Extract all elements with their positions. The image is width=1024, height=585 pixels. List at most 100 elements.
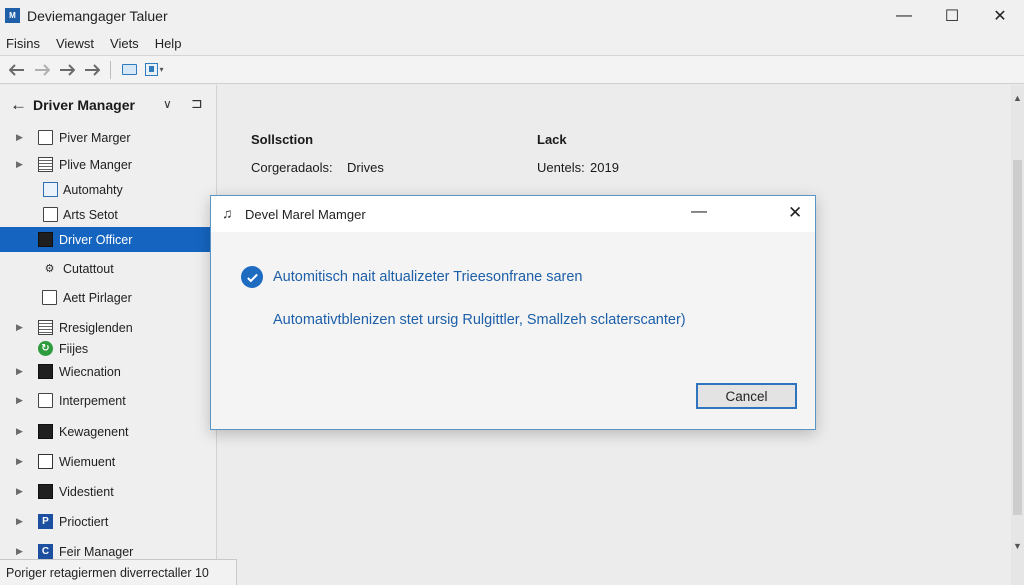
column-heading-lack: Lack — [537, 132, 567, 147]
expand-arrow-icon[interactable]: ▶ — [16, 486, 23, 497]
vertical-scrollbar[interactable]: ▲ ▼ — [1011, 85, 1024, 585]
menu-item-file[interactable]: Fisins — [6, 36, 40, 51]
update-dialog: ♫ Devel Marel Mamger — ✕ Automitisch nai… — [210, 195, 816, 430]
close-button[interactable]: ✕ — [976, 0, 1024, 31]
tree-item-label: Arts Setot — [63, 207, 118, 222]
dialog-minimize-button[interactable]: — — [691, 203, 707, 221]
tree-item-label: Piver Marger — [59, 130, 131, 145]
tree-item-interpement[interactable]: ▶ Interpement — [0, 388, 210, 413]
arrow-right-icon — [59, 63, 75, 76]
tree-item-prioctiert[interactable]: ▶ P Prioctiert — [0, 509, 210, 534]
sidebar-title: Driver Manager — [33, 97, 135, 113]
list-icon — [38, 157, 53, 172]
tree-item-wiemuent[interactable]: ▶ Wiemuent — [0, 449, 210, 474]
window-icon — [43, 182, 58, 197]
menu-item-viets[interactable]: Viets — [110, 36, 139, 51]
document-icon — [38, 130, 53, 145]
chip-icon — [38, 424, 53, 439]
expand-arrow-icon[interactable]: ▶ — [16, 516, 23, 527]
tree-item-label: Kewagenent — [59, 424, 129, 439]
expand-arrow-icon[interactable]: ▶ — [16, 159, 23, 170]
tree-item-label: Feir Manager — [59, 544, 134, 559]
scroll-up-icon[interactable]: ▲ — [1013, 93, 1022, 103]
gear-icon: ⚙ — [44, 263, 55, 275]
menu-item-view[interactable]: Viewst — [56, 36, 94, 51]
expand-arrow-icon[interactable]: ▶ — [16, 456, 23, 467]
tree-item-label: Videstient — [59, 484, 114, 499]
toolbar: ▾ — [0, 56, 1024, 84]
tree-item-label: Interpement — [59, 393, 126, 408]
chevron-down-icon[interactable]: ∨ — [163, 97, 172, 111]
status-text: Poriger retagiermen diverrectaller 10 — [6, 565, 209, 580]
window-controls: — ☐ ✕ — [880, 0, 1024, 31]
list-icon — [38, 320, 53, 335]
tree-item-aett-pirlager[interactable]: Aett Pirlager — [0, 285, 210, 310]
expand-arrow-icon[interactable]: ▶ — [16, 395, 23, 406]
folder-icon — [122, 64, 137, 75]
expand-arrow-icon[interactable]: ▶ — [16, 426, 23, 437]
scroll-down-icon[interactable]: ▼ — [1013, 541, 1022, 551]
tree-item-videstient[interactable]: ▶ Videstient — [0, 479, 210, 504]
dialog-close-button[interactable]: ✕ — [788, 203, 802, 223]
tree-item-plive-manger[interactable]: ▶ Plive Manger — [0, 152, 210, 177]
arrow-right-icon — [34, 63, 50, 76]
up-button[interactable] — [79, 59, 104, 81]
cancel-button[interactable]: Cancel — [696, 383, 797, 409]
back-arrow-icon[interactable]: ← — [10, 95, 27, 115]
forward-button-2[interactable] — [54, 59, 79, 81]
image-icon — [38, 393, 53, 408]
dialog-title: Devel Marel Mamger — [245, 207, 366, 222]
properties-button[interactable]: ▾ — [142, 59, 167, 81]
tree-item-label: Plive Manger — [59, 157, 132, 172]
tree-item-fiijes[interactable]: ↻ Fiijes — [0, 336, 210, 361]
status-bar: Poriger retagiermen diverrectaller 10 — [0, 559, 237, 585]
maximize-button[interactable]: ☐ — [928, 0, 976, 31]
tree-item-driver-officer[interactable]: Driver Officer — [0, 227, 210, 252]
music-note-icon: ♫ — [222, 205, 233, 221]
window-title: Deviemangager Taluer — [27, 7, 168, 24]
chip-icon — [38, 484, 53, 499]
pin-icon[interactable]: ⊐ — [191, 95, 203, 112]
app-icon: M — [5, 8, 20, 23]
minimize-button[interactable]: — — [880, 0, 928, 31]
tree-item-label: Fiijes — [59, 341, 89, 356]
expand-arrow-icon[interactable]: ▶ — [16, 366, 23, 377]
tree-item-label: Wiecnation — [59, 364, 121, 379]
tree-item-piver-marger[interactable]: ▶ Piver Marger — [0, 125, 210, 150]
forward-button[interactable] — [29, 59, 54, 81]
tree-item-label: Aett Pirlager — [63, 290, 132, 305]
tree-item-label: Cutattout — [63, 261, 114, 276]
tree-item-label: Automahty — [63, 182, 123, 197]
menu-item-help[interactable]: Help — [155, 36, 182, 51]
chip-icon — [38, 232, 53, 247]
chevron-down-icon: ▾ — [159, 65, 164, 74]
tree-item-cutattout[interactable]: ⚙ Cutattout — [0, 256, 210, 281]
properties-icon — [145, 63, 159, 76]
checkmark-icon — [241, 266, 263, 288]
back-button[interactable] — [4, 59, 29, 81]
tree-item-label: Rresiglenden — [59, 320, 133, 335]
dialog-title-bar: ♫ Devel Marel Mamger — ✕ — [211, 196, 815, 232]
blue-p-icon: P — [38, 514, 53, 529]
sidebar-header: ← Driver Manager ∨ ⊐ — [0, 95, 217, 117]
blue-c-icon: C — [38, 544, 53, 559]
expand-arrow-icon[interactable]: ▶ — [16, 132, 23, 143]
expand-arrow-icon[interactable]: ▶ — [16, 322, 23, 333]
sidebar: ← Driver Manager ∨ ⊐ ▶ Piver Marger ▶ Pl… — [0, 85, 217, 585]
document-icon — [43, 207, 58, 222]
arrow-left-icon — [8, 63, 24, 76]
scroll-thumb[interactable] — [1013, 160, 1022, 515]
chip-icon — [38, 364, 53, 379]
tree-item-label: Wiemuent — [59, 454, 116, 469]
tree-item-kewagenent[interactable]: ▶ Kewagenent — [0, 419, 210, 444]
tree-item-arts-setot[interactable]: Arts Setot — [0, 202, 210, 227]
tree-item-label: Driver Officer — [59, 232, 133, 247]
tree-item-label: Prioctiert — [59, 514, 109, 529]
column-heading-selection: Sollsction — [251, 132, 314, 147]
expand-arrow-icon[interactable]: ▶ — [16, 546, 23, 557]
property-value: 2019 — [590, 160, 619, 175]
tree-item-wiecnation[interactable]: ▶ Wiecnation — [0, 359, 210, 384]
folder-button[interactable] — [117, 59, 142, 81]
title-bar: M Deviemangager Taluer — ☐ ✕ — [0, 0, 1024, 31]
tree-item-automahty[interactable]: Automahty — [0, 177, 210, 202]
